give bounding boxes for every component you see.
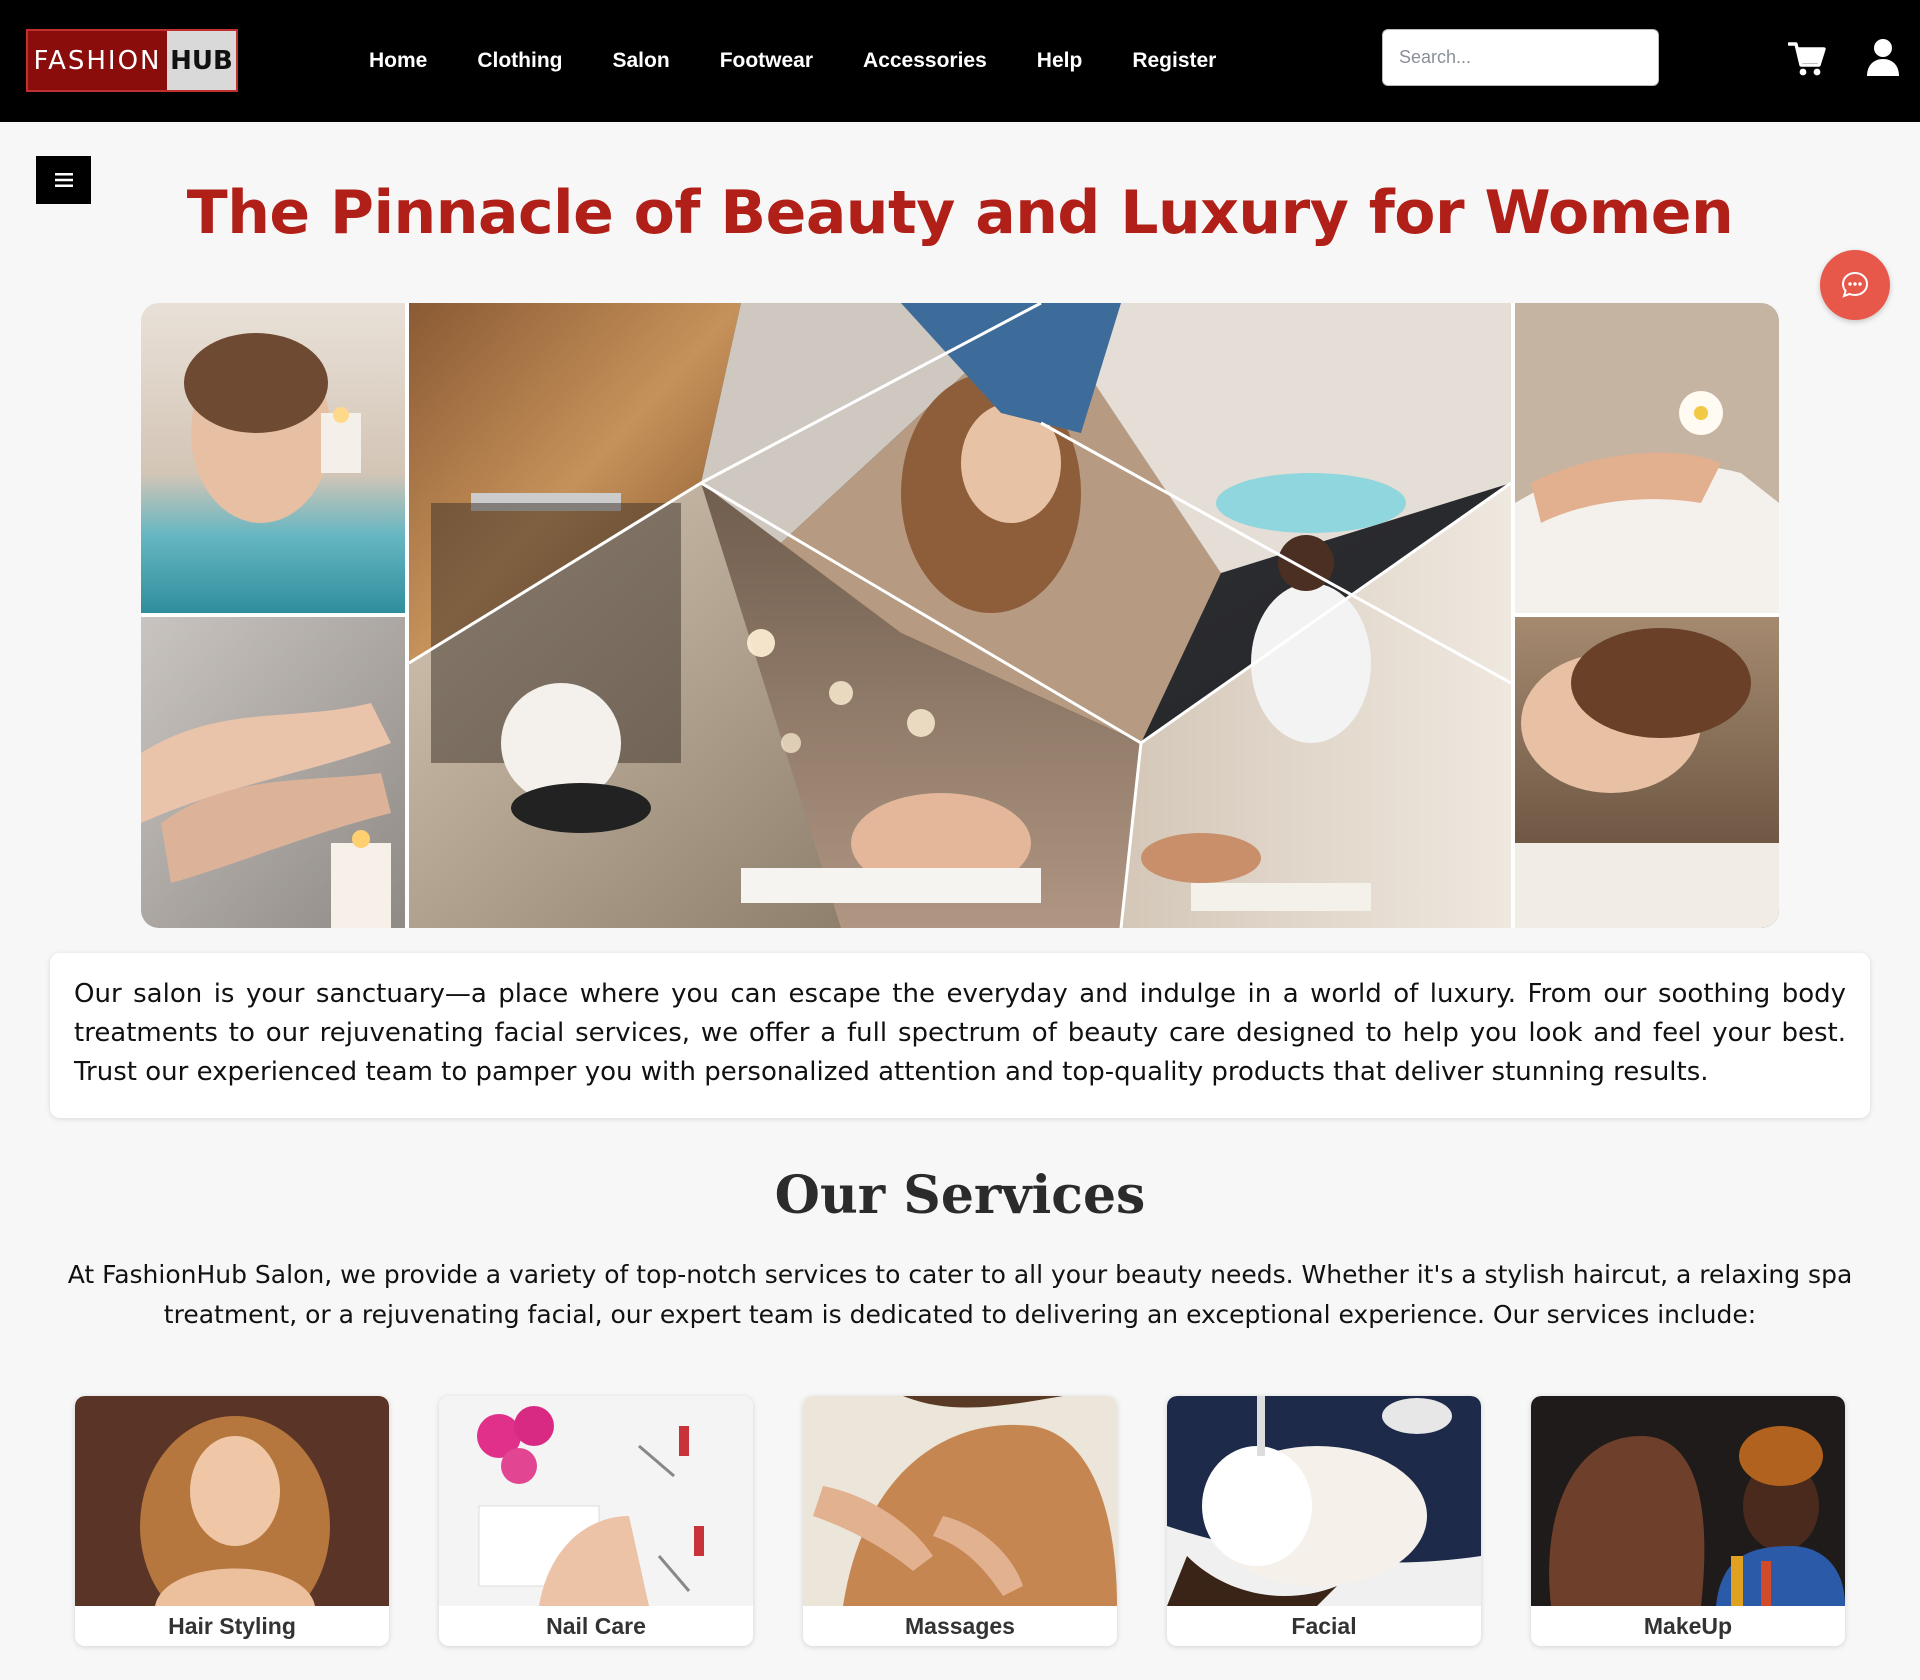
services-list: Hair Styling Nail Care Massages Facial M… xyxy=(75,1396,1845,1646)
shopping-cart-icon[interactable] xyxy=(1788,40,1826,78)
chat-bubble-icon xyxy=(1841,271,1869,298)
page-title: The Pinnacle of Beauty and Luxury for Wo… xyxy=(186,178,1734,248)
brand-logo-right: HUB xyxy=(167,31,236,90)
brand-logo[interactable]: FASHION HUB xyxy=(26,29,238,92)
services-heading: Our Services xyxy=(774,1165,1146,1226)
service-card-massages[interactable]: Massages xyxy=(803,1396,1117,1646)
search-input[interactable] xyxy=(1382,29,1659,86)
service-label: Facial xyxy=(1291,1612,1357,1639)
hero-collage-image xyxy=(141,303,1779,928)
service-label: Nail Care xyxy=(546,1612,646,1639)
nav-link-register[interactable]: Register xyxy=(1132,49,1216,73)
nav-link-footwear[interactable]: Footwear xyxy=(720,49,813,73)
services-intro: At FashionHub Salon, we provide a variet… xyxy=(67,1260,1853,1329)
intro-text: Our salon is your sanctuary—a place wher… xyxy=(74,979,1846,1087)
service-card-hair-styling[interactable]: Hair Styling xyxy=(75,1396,389,1646)
service-card-makeup[interactable]: MakeUp xyxy=(1531,1396,1845,1646)
main-nav: Home Clothing Salon Footwear Accessories… xyxy=(344,0,1241,122)
service-card-nail-care[interactable]: Nail Care xyxy=(439,1396,753,1646)
nav-link-clothing[interactable]: Clothing xyxy=(477,49,562,73)
nail-care-image xyxy=(439,1396,753,1606)
service-label: Hair Styling xyxy=(168,1612,296,1639)
service-label: MakeUp xyxy=(1643,1612,1733,1639)
nav-link-salon[interactable]: Salon xyxy=(613,49,670,73)
brand-logo-left: FASHION xyxy=(28,31,167,90)
intro-card: Our salon is your sanctuary—a place wher… xyxy=(50,953,1870,1118)
nav-link-accessories[interactable]: Accessories xyxy=(863,49,987,73)
chat-button[interactable] xyxy=(1820,250,1890,320)
nav-link-home[interactable]: Home xyxy=(369,49,427,73)
service-label: Massages xyxy=(905,1612,1015,1639)
nav-link-help[interactable]: Help xyxy=(1037,49,1083,73)
massages-image xyxy=(803,1396,1117,1606)
makeup-image xyxy=(1531,1396,1845,1606)
hair-styling-image xyxy=(75,1396,389,1606)
service-card-facial[interactable]: Facial xyxy=(1167,1396,1481,1646)
facial-image xyxy=(1167,1396,1481,1606)
user-icon[interactable] xyxy=(1866,38,1900,78)
navbar: FASHION HUB Home Clothing Salon Footwear… xyxy=(0,0,1920,122)
